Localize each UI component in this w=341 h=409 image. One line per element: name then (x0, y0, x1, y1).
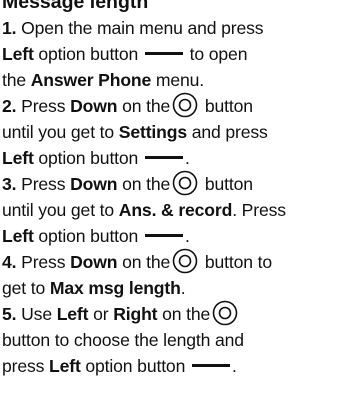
instructions-page: Message length 1. Open the main menu and… (2, 0, 339, 379)
step-text: . (231, 356, 237, 376)
horizontal-line-icon (144, 52, 183, 56)
key-name-down: Down (70, 96, 118, 116)
key-name-left: Left (2, 148, 34, 168)
step-text: press (2, 356, 50, 376)
step-text: option button (33, 148, 139, 168)
step-text: button to (200, 252, 273, 272)
menu-item-name: Max msg length (49, 278, 181, 298)
key-name-down: Down (70, 174, 118, 194)
step-text: on the (117, 96, 171, 116)
step-text: button (200, 174, 253, 194)
step-text: menu. (151, 70, 205, 90)
step-1: 1. Open the main menu and press Left opt… (2, 15, 339, 93)
step-number: 4. (2, 252, 17, 272)
step-text: until you get to (2, 122, 119, 142)
step-text: . (180, 278, 186, 298)
step-number: 2. (2, 96, 17, 116)
step-text: . (184, 148, 190, 168)
step-text: and press (187, 122, 268, 142)
step-text: until you get to (2, 200, 119, 220)
step-text: on the (117, 252, 171, 272)
horizontal-line-icon (144, 156, 183, 160)
step-text: option button (33, 226, 139, 246)
step-text: Press (16, 252, 71, 272)
navigation-key-icon (172, 171, 198, 196)
navigation-key-icon (172, 93, 198, 118)
step-text: to open (184, 44, 248, 64)
step-text: Press (16, 174, 71, 194)
menu-item-name: Ans. & record (118, 200, 233, 220)
step-text: . Press (232, 200, 286, 220)
step-text: Open the main menu and press (16, 18, 264, 38)
step-text: button (200, 96, 253, 116)
step-number: 1. (2, 18, 17, 38)
step-5: 5. Use Left or Right on the button to ch… (2, 301, 339, 379)
step-text: the (2, 70, 31, 90)
step-number: 3. (2, 174, 17, 194)
step-text: button to choose the length and (2, 330, 244, 350)
menu-name: Answer Phone (30, 70, 152, 90)
step-text: option button (80, 356, 186, 376)
key-name-left: Left (2, 226, 34, 246)
key-name-left: Left (49, 356, 81, 376)
navigation-key-icon (172, 249, 198, 274)
step-text: or (88, 304, 114, 324)
key-name-left: Left (2, 44, 34, 64)
key-name-down: Down (70, 252, 118, 272)
step-text: on the (117, 174, 171, 194)
menu-item-name: Settings (118, 122, 187, 142)
step-text: . (184, 226, 190, 246)
navigation-key-icon (212, 301, 238, 326)
step-text: on the (157, 304, 211, 324)
horizontal-line-icon (191, 364, 230, 368)
key-name-right: Right (113, 304, 158, 324)
step-text: get to (2, 278, 50, 298)
horizontal-line-icon (144, 234, 183, 238)
key-name-left: Left (56, 304, 89, 324)
section-heading: Message length (2, 0, 149, 13)
step-text: Use (16, 304, 57, 324)
step-3: 3. Press Down on the button until you ge… (2, 171, 339, 249)
step-2: 2. Press Down on the button until you ge… (2, 93, 339, 171)
step-text: option button (33, 44, 139, 64)
step-4: 4. Press Down on the button to get to Ma… (2, 249, 339, 301)
step-number: 5. (2, 304, 17, 324)
step-text: Press (16, 96, 71, 116)
